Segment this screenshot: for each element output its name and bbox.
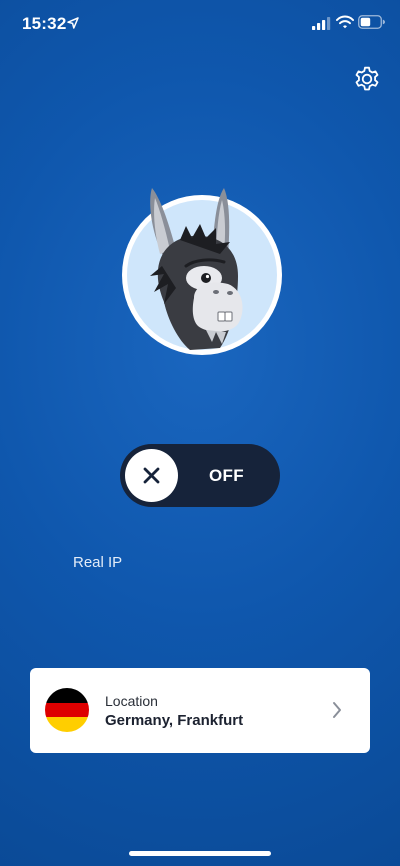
donkey-mascot-icon [150,188,243,350]
battery-icon [358,15,385,29]
flag-stripe-black [45,688,89,703]
germany-flag-icon [45,688,89,732]
toggle-state-label: OFF [209,466,244,485]
location-arrow-icon [67,17,79,29]
location-selector[interactable]: Location Germany, Frankfurt [30,668,370,753]
toggle-knob[interactable] [125,449,178,502]
wifi-icon [336,15,354,29]
flag-stripe-gold [45,717,89,732]
home-indicator[interactable] [129,851,271,856]
cellular-signal-icon [312,17,331,30]
flag-stripe-red [45,702,89,718]
gear-icon[interactable] [352,64,382,94]
ip-status-label: Real IP [73,554,123,571]
status-bar: 15:32 [0,0,400,48]
status-time: 15:32 [22,14,67,33]
chevron-right-icon[interactable] [332,701,342,719]
location-value: Germany, Frankfurt [105,712,244,729]
location-caption: Location [105,693,158,709]
vpn-toggle-switch[interactable]: OFF [120,444,280,507]
close-icon [143,467,160,484]
